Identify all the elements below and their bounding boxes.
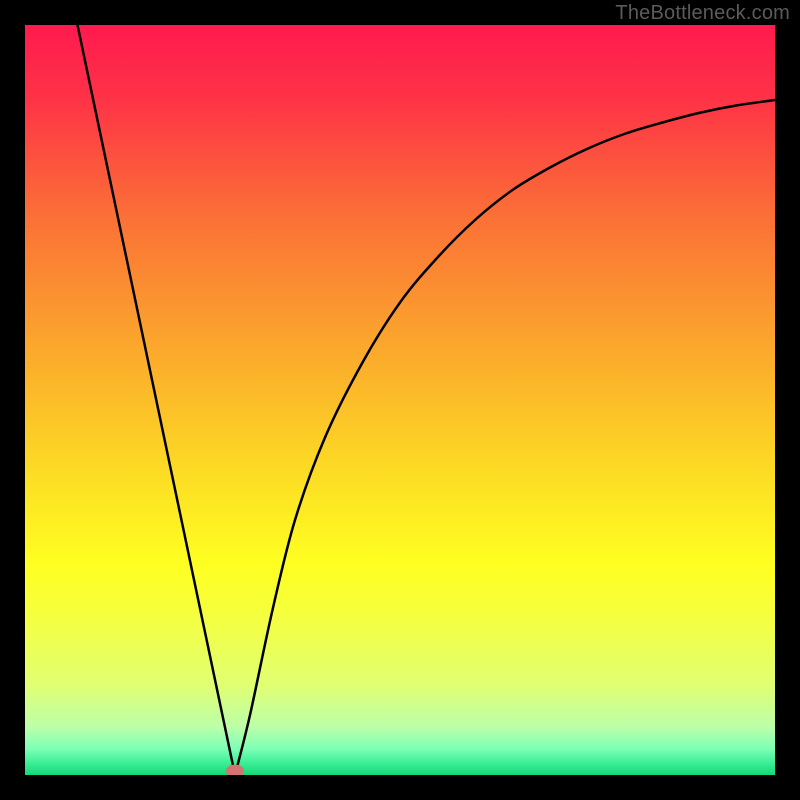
bottleneck-curve — [25, 25, 775, 775]
plot-area — [25, 25, 775, 775]
watermark-label: TheBottleneck.com — [615, 2, 790, 25]
minimum-marker — [226, 765, 244, 776]
chart-frame: TheBottleneck.com — [0, 0, 800, 800]
